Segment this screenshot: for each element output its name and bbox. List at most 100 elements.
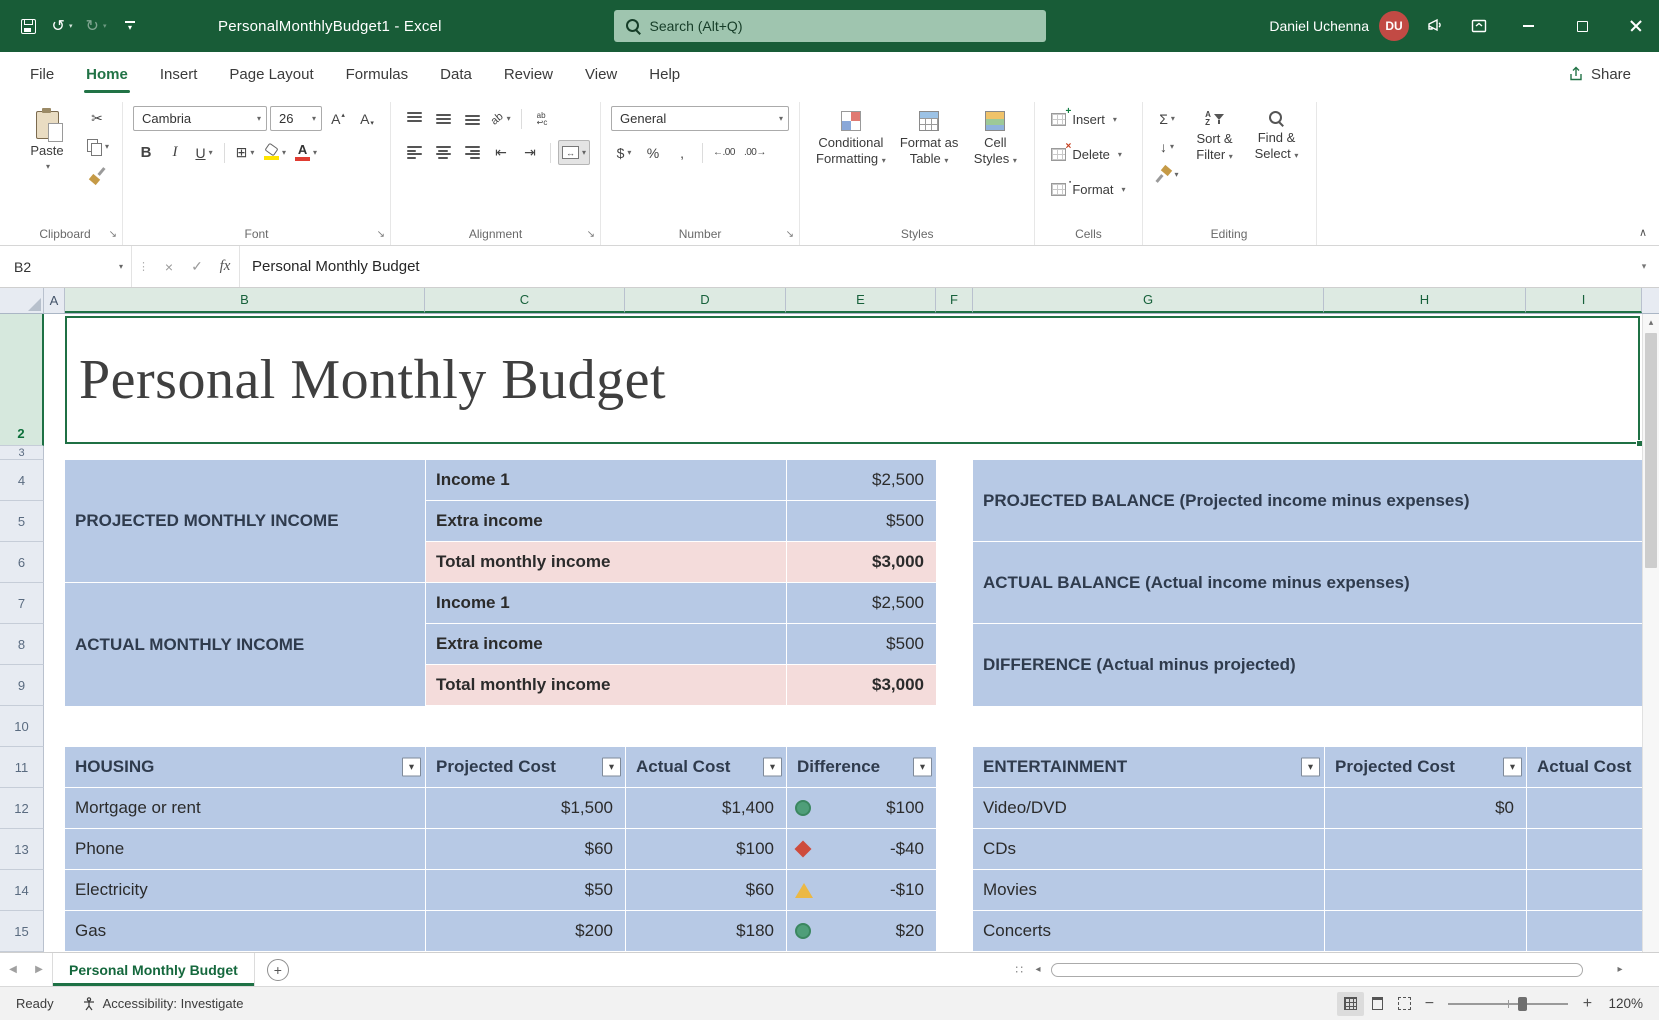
filter-button[interactable]: ▾ — [1301, 758, 1320, 777]
housing-label-cell[interactable]: Phone — [65, 829, 425, 869]
collapse-ribbon-icon[interactable]: ∧ — [1639, 226, 1647, 239]
filter-button[interactable]: ▾ — [913, 758, 932, 777]
format-cells-button[interactable]: ▪Format▾ — [1045, 176, 1131, 202]
row-header-12[interactable]: 12 — [0, 788, 44, 829]
comma-style-button[interactable]: , — [669, 140, 695, 165]
row-header-10[interactable]: 10 — [0, 706, 44, 747]
housing-label-cell[interactable]: Gas — [65, 911, 425, 951]
minimize-button[interactable] — [1505, 0, 1551, 52]
difference-cell[interactable]: -$40 — [786, 829, 936, 869]
sheet-nav-left-icon[interactable]: ◀ — [0, 953, 26, 986]
col-header-h[interactable]: H — [1324, 288, 1526, 313]
fill-handle[interactable] — [1636, 440, 1642, 447]
redo-button[interactable]: ↻▾ — [80, 9, 112, 43]
accounting-format-button[interactable]: $▾ — [611, 140, 637, 165]
row-header-13[interactable]: 13 — [0, 829, 44, 870]
filter-button[interactable]: ▾ — [602, 758, 621, 777]
cell-styles-button[interactable]: CellStyles ▾ — [966, 106, 1024, 174]
page-break-view-button[interactable] — [1391, 992, 1418, 1016]
projected-cost-cell[interactable] — [1324, 870, 1526, 910]
decrease-indent-button[interactable]: ⇤ — [488, 140, 514, 165]
housing-header-cell[interactable]: Projected Cost▾ — [425, 747, 625, 787]
income-label-cell[interactable]: Income 1 — [425, 460, 786, 500]
insert-cells-button[interactable]: +Insert▾ — [1045, 106, 1131, 132]
income-value-cell[interactable]: $2,500 — [786, 583, 936, 623]
percent-style-button[interactable]: % — [640, 140, 666, 165]
row-header-11[interactable]: 11 — [0, 747, 44, 788]
housing-label-cell[interactable]: Mortgage or rent — [65, 788, 425, 828]
housing-label-cell[interactable]: Electricity — [65, 870, 425, 910]
select-all-corner[interactable] — [0, 288, 44, 313]
underline-button[interactable]: U▾ — [191, 140, 217, 165]
autosum-button[interactable]: Σ▾ — [1153, 106, 1182, 131]
cell-actual-balance[interactable]: ACTUAL BALANCE (Actual income minus expe… — [973, 542, 1642, 624]
entertainment-header-cell[interactable]: ENTERTAINMENT▾ — [973, 747, 1324, 787]
cell-projected-monthly-income[interactable]: PROJECTED MONTHLY INCOME — [65, 460, 425, 583]
wrap-text-button[interactable]: ab↩c — [529, 106, 555, 131]
row-header-4[interactable]: 4 — [0, 460, 44, 501]
zoom-out-button[interactable]: − — [1418, 995, 1440, 1013]
zoom-in-button[interactable]: + — [1576, 995, 1598, 1013]
cell-projected-balance[interactable]: PROJECTED BALANCE (Projected income minu… — [973, 460, 1642, 542]
copy-button[interactable]: ▾ — [84, 134, 112, 159]
fill-color-button[interactable]: ▾ — [261, 140, 289, 165]
row-header-5[interactable]: 5 — [0, 501, 44, 542]
borders-button[interactable]: ⊞▾ — [232, 140, 258, 165]
avatar[interactable]: DU — [1379, 11, 1409, 41]
decrease-font-button[interactable]: A▾ — [354, 106, 380, 131]
col-header-c[interactable]: C — [425, 288, 625, 313]
projected-cost-cell[interactable]: $0 — [1324, 788, 1526, 828]
projected-cost-cell[interactable]: $1,500 — [425, 788, 625, 828]
dialog-launcher-icon[interactable]: ↘ — [587, 229, 595, 240]
font-name-select[interactable]: Cambria▾ — [133, 106, 267, 131]
income-value-cell[interactable]: $3,000 — [786, 542, 936, 582]
filter-button[interactable]: ▾ — [763, 758, 782, 777]
dialog-launcher-icon[interactable]: ↘ — [377, 229, 385, 240]
difference-cell[interactable]: $100 — [786, 788, 936, 828]
font-color-button[interactable]: A▾ — [292, 140, 320, 165]
col-header-f[interactable]: F — [936, 288, 973, 313]
row-header-2[interactable]: 2 — [0, 314, 44, 446]
cancel-icon[interactable]: × — [155, 253, 183, 281]
scroll-up-icon[interactable]: ▴ — [1643, 314, 1659, 331]
col-header-e[interactable]: E — [786, 288, 936, 313]
row-header-3[interactable]: 3 — [0, 446, 44, 460]
resize-handle[interactable]: ⋮ — [132, 260, 155, 273]
difference-cell[interactable]: $20 — [786, 911, 936, 951]
save-button[interactable] — [12, 9, 44, 43]
entertainment-label-cell[interactable]: Video/DVD — [973, 788, 1324, 828]
row-header-8[interactable]: 8 — [0, 624, 44, 665]
projected-cost-cell[interactable]: $200 — [425, 911, 625, 951]
customize-qat-button[interactable]: ▾ — [114, 9, 146, 43]
projected-cost-cell[interactable]: $50 — [425, 870, 625, 910]
formula-input[interactable]: Personal Monthly Budget — [239, 246, 1629, 287]
tab-splitter-handle[interactable]: ∷ — [1015, 963, 1023, 977]
close-button[interactable] — [1613, 0, 1659, 52]
cell-difference[interactable]: DIFFERENCE (Actual minus projected) — [973, 624, 1642, 706]
col-header-a[interactable]: A — [44, 288, 65, 313]
col-header-b[interactable]: B — [65, 288, 425, 313]
search-box[interactable]: Search (Alt+Q) — [614, 10, 1046, 42]
tab-formulas[interactable]: Formulas — [330, 52, 425, 96]
clear-button[interactable]: ▾ — [1153, 162, 1182, 187]
increase-indent-button[interactable]: ⇥ — [517, 140, 543, 165]
dialog-launcher-icon[interactable]: ↘ — [109, 229, 117, 240]
bold-button[interactable]: B — [133, 140, 159, 165]
income-value-cell[interactable]: $3,000 — [786, 665, 936, 705]
vertical-scrollbar[interactable]: ▴ — [1642, 314, 1659, 952]
format-painter-button[interactable] — [84, 162, 110, 187]
align-bottom-button[interactable] — [459, 106, 485, 131]
align-right-button[interactable] — [459, 140, 485, 165]
align-center-button[interactable] — [430, 140, 456, 165]
tab-file[interactable]: File — [14, 52, 70, 96]
undo-button[interactable]: ↺▾ — [46, 9, 78, 43]
page-layout-view-button[interactable] — [1364, 992, 1391, 1016]
income-label-cell[interactable]: Income 1 — [425, 583, 786, 623]
income-label-cell[interactable]: Total monthly income — [425, 542, 786, 582]
projected-cost-cell[interactable] — [1324, 829, 1526, 869]
format-as-table-button[interactable]: Format asTable ▾ — [894, 106, 965, 174]
cut-button[interactable]: ✂ — [84, 106, 110, 131]
sort-filter-button[interactable]: AZ Sort &Filter ▾ — [1186, 106, 1244, 187]
horizontal-scrollbar[interactable] — [1049, 962, 1609, 978]
paste-button[interactable]: Paste ▾ — [18, 106, 76, 187]
